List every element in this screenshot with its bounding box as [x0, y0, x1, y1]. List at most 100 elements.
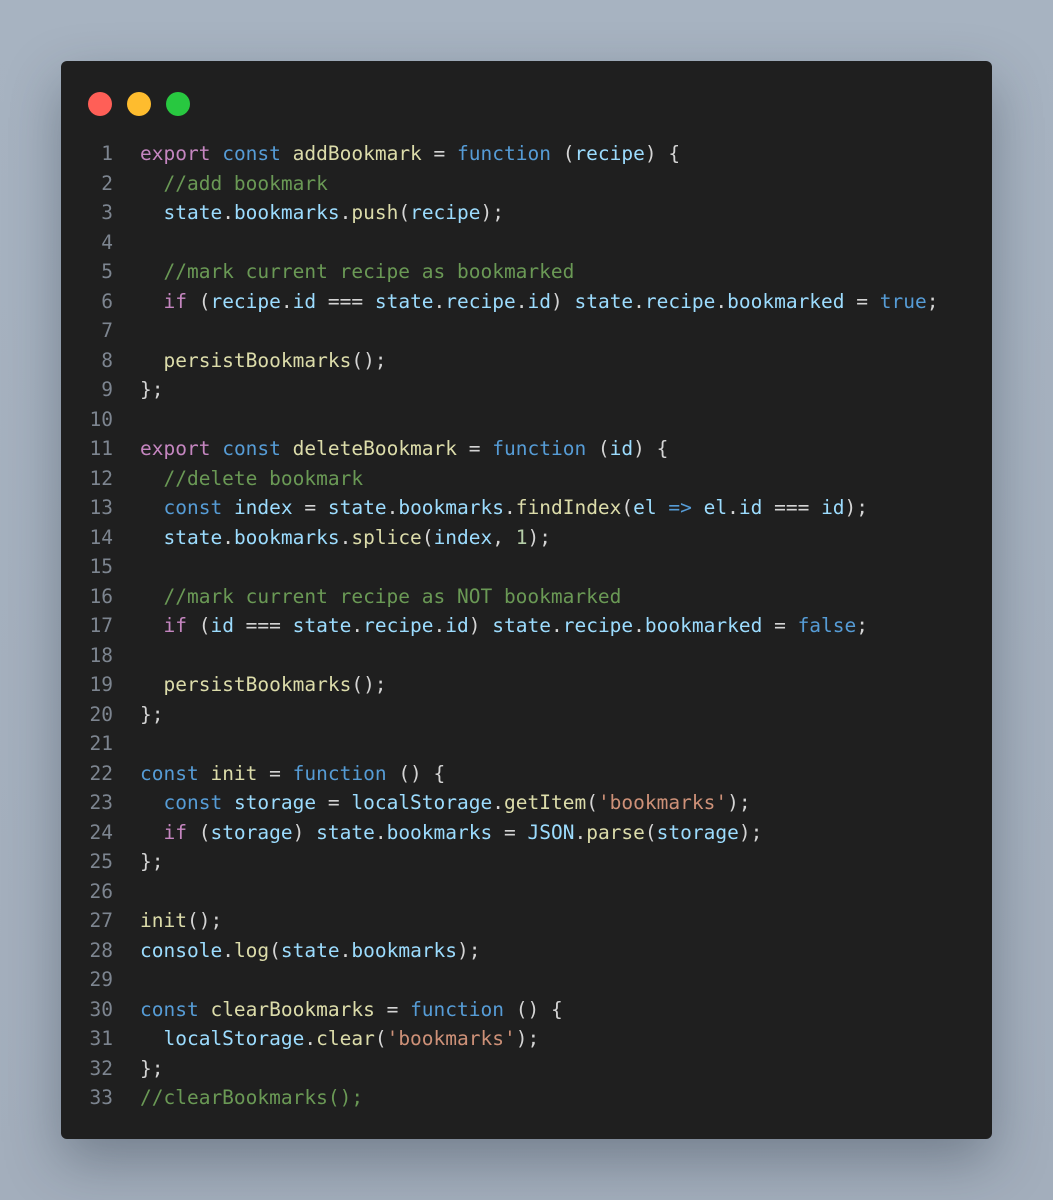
code-token: persistBookmarks — [163, 348, 352, 372]
code-token: state — [492, 614, 551, 637]
code-line: 7 — [61, 316, 992, 346]
code-text: //mark current recipe as bookmarked — [140, 257, 574, 287]
line-number: 11 — [89, 437, 113, 460]
code-token: . — [374, 820, 387, 844]
code-line: 30 const clearBookmarks = function () { — [61, 995, 992, 1025]
code-token: if — [163, 820, 187, 844]
line-number: 3 — [101, 201, 113, 224]
code-token: const — [163, 496, 223, 519]
line-number: 29 — [89, 968, 113, 991]
code-line: 19 persistBookmarks(); — [61, 670, 992, 700]
code-token: const — [140, 997, 199, 1021]
code-token: storage — [233, 791, 317, 814]
code-text: //delete bookmark — [140, 464, 363, 494]
close-dot-icon[interactable] — [88, 92, 112, 116]
maximize-dot-icon[interactable] — [166, 92, 190, 116]
code-token: export — [140, 437, 211, 460]
code-token: (); — [351, 673, 387, 696]
code-token: . — [574, 820, 587, 844]
code-token: = — [421, 142, 458, 165]
code-token: function — [492, 437, 587, 460]
code-line: 6 if (recipe.id === state.recipe.id) sta… — [61, 287, 992, 317]
line-number: 31 — [89, 1027, 113, 1050]
code-token: = — [257, 761, 293, 785]
code-token: id — [527, 289, 551, 313]
line-number: 5 — [101, 260, 113, 283]
code-token: . — [386, 496, 399, 519]
code-token: 'bookmarks' — [386, 1027, 516, 1050]
line-number: 16 — [89, 584, 113, 608]
code-line: 15 — [61, 552, 992, 582]
code-token: ); — [844, 496, 869, 519]
code-token: ) — [550, 289, 575, 313]
code-token: === — [316, 289, 375, 313]
code-token: push — [351, 201, 399, 224]
code-token: . — [727, 496, 739, 519]
code-token: recipe — [574, 142, 645, 165]
code-token: () { — [386, 761, 446, 785]
code-line: 20}; — [61, 700, 992, 730]
code-line: 13 const index = state.bookmarks.findInd… — [61, 493, 992, 523]
code-token: . — [280, 289, 293, 313]
code-token: el — [703, 496, 728, 519]
code-token: id — [609, 437, 634, 460]
code-token: console — [140, 938, 223, 962]
line-number: 8 — [101, 348, 113, 372]
code-text: if (id === state.recipe.id) state.recipe… — [140, 611, 868, 641]
code-token: findIndex — [515, 496, 622, 519]
line-number: 26 — [89, 879, 113, 903]
code-line: 3 state.bookmarks.push(recipe); — [61, 198, 992, 228]
code-token: . — [492, 791, 504, 814]
code-line: 31 localStorage.clear('bookmarks'); — [61, 1024, 992, 1054]
line-number: 14 — [89, 525, 113, 549]
code-token: localStorage — [351, 791, 493, 814]
code-line: 21 — [61, 729, 992, 759]
code-line: 9}; — [61, 375, 992, 405]
code-text: state.bookmarks.push(recipe); — [140, 198, 504, 228]
line-number: 24 — [89, 820, 113, 844]
line-number: 15 — [89, 555, 113, 578]
code-token: id — [210, 614, 234, 637]
code-text: }; — [140, 847, 163, 877]
minimize-dot-icon[interactable] — [127, 92, 151, 116]
line-number: 12 — [89, 466, 113, 490]
line-number: 28 — [89, 938, 113, 962]
code-token: ( — [550, 142, 575, 165]
code-token: () { — [503, 997, 563, 1021]
code-text: //mark current recipe as NOT bookmarked — [140, 582, 621, 612]
code-token: //mark current recipe as bookmarked — [163, 260, 575, 283]
code-text: }; — [140, 700, 163, 730]
line-number: 7 — [101, 319, 113, 342]
line-number: 9 — [101, 378, 113, 401]
code-token: splice — [351, 525, 422, 549]
code-token: getItem — [504, 791, 587, 814]
code-token: === — [233, 614, 293, 637]
code-token: . — [633, 289, 645, 313]
code-token: ) { — [644, 142, 681, 165]
code-text: state.bookmarks.splice(index, 1); — [140, 523, 551, 553]
code-editor: 1 export const addBookmark = function (re… — [61, 139, 992, 1113]
code-line: 29 — [61, 965, 992, 995]
line-number: 4 — [101, 230, 113, 254]
code-token: //mark current recipe as NOT bookmarked — [163, 584, 622, 608]
code-token: ); — [480, 201, 505, 224]
code-token: index — [233, 496, 293, 519]
code-token: ( — [186, 820, 211, 844]
code-token: false — [797, 614, 857, 637]
code-token: bookmarks — [386, 820, 493, 844]
line-number: 18 — [89, 643, 113, 667]
code-token: //delete bookmark — [163, 466, 364, 490]
code-token: state — [280, 938, 340, 962]
code-token: recipe — [445, 289, 516, 313]
code-line: 2 //add bookmark — [61, 169, 992, 199]
code-line: 14 state.bookmarks.splice(index, 1); — [61, 523, 992, 553]
code-token: log — [233, 938, 270, 962]
code-token: deleteBookmark — [292, 437, 458, 460]
